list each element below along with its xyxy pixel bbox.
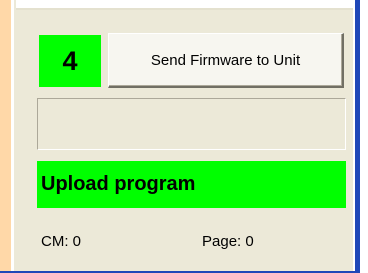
cm-counter: CM: 0 <box>41 233 82 250</box>
upload-status-banner: Upload program <box>37 161 346 208</box>
page-counter: Page: 0 <box>202 233 254 250</box>
step-number-badge: 4 <box>39 35 101 87</box>
left-window-frame <box>0 0 16 273</box>
send-firmware-button-label: Send Firmware to Unit <box>150 51 301 69</box>
top-border <box>0 0 360 10</box>
upload-status-text: Upload program <box>41 173 196 195</box>
right-window-frame <box>353 0 360 273</box>
firmware-upload-panel: 4 Send Firmware to Unit Upload program C… <box>0 0 360 273</box>
send-firmware-button[interactable]: Send Firmware to Unit <box>108 33 344 88</box>
upload-progress-box <box>37 98 346 150</box>
